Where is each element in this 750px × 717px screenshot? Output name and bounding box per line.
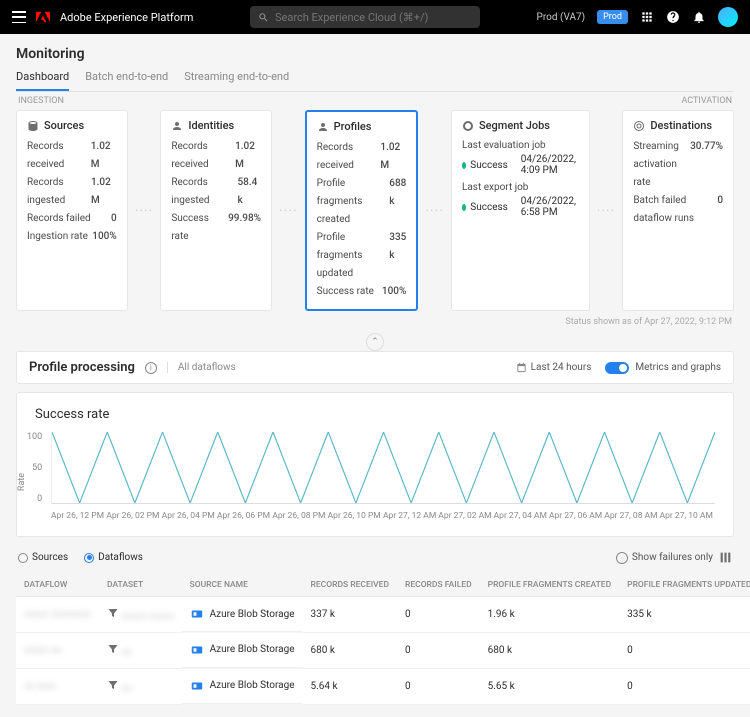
segment-icon — [462, 120, 474, 132]
tabs: Dashboard Batch end-to-end Streaming end… — [16, 70, 734, 92]
ingestion-label: INGESTION — [18, 96, 64, 106]
card-profiles[interactable]: Profiles Records received1.02 M Profile … — [305, 110, 419, 311]
table-row[interactable]: xxxxx xxxxxxxx xxxxx xxxxxAzure Blob Sto… — [16, 597, 750, 633]
table-row[interactable]: xxxxx xx xxAzure Blob Storage680 k0680 k… — [16, 633, 750, 669]
column-header[interactable]: PROFILE FRAGMENTS CREATED — [480, 574, 620, 597]
y-axis: 100500 — [27, 432, 42, 504]
azure-blob-icon — [190, 643, 204, 657]
column-header[interactable]: PROFILE FRAGMENTS UPDATED — [619, 574, 750, 597]
column-settings-icon[interactable] — [719, 551, 732, 564]
tab-dashboard[interactable]: Dashboard — [16, 70, 69, 91]
funnel-icon — [107, 643, 119, 655]
apps-icon[interactable] — [640, 10, 654, 24]
flow-dots: ···· — [424, 110, 445, 311]
database-icon — [27, 120, 39, 132]
identity-icon — [171, 120, 183, 132]
card-destinations[interactable]: Destinations Streaming activation rate30… — [622, 110, 734, 311]
column-header[interactable]: RECORDS FAILED — [397, 574, 480, 597]
funnel-icon — [107, 679, 119, 691]
search-box[interactable] — [250, 6, 480, 28]
status-dot-icon — [462, 162, 466, 169]
profile-icon — [317, 121, 329, 133]
env-label: Prod (VA7) — [537, 12, 586, 23]
radio-failures-only[interactable]: Show failures only — [616, 552, 713, 564]
search-icon — [258, 12, 269, 23]
last-24-hours[interactable]: Last 24 hours — [516, 362, 592, 373]
tab-streaming[interactable]: Streaming end-to-end — [184, 70, 289, 91]
table-row[interactable]: xx xxxx xxAzure Blob Storage5.64 k05.65 … — [16, 669, 750, 705]
column-header[interactable]: RECORDS RECEIVED — [303, 574, 397, 597]
radio-sources[interactable]: Sources — [18, 552, 68, 563]
all-dataflows-link[interactable]: All dataflows — [167, 362, 236, 373]
chart-card: Success rate Rate 100500 Apr 26, 12 PMAp… — [16, 392, 734, 537]
avatar[interactable] — [718, 7, 738, 27]
status-timestamp: Status shown as of Apr 27, 2022, 9:12 PM — [18, 317, 732, 327]
azure-blob-icon — [190, 607, 204, 621]
app-name: Adobe Experience Platform — [60, 11, 193, 24]
search-input[interactable] — [275, 11, 472, 24]
metrics-toggle[interactable]: Metrics and graphs — [605, 362, 721, 374]
target-icon — [633, 120, 645, 132]
dataflows-table: DATAFLOWDATASETSOURCE NAMERECORDS RECEIV… — [16, 574, 750, 705]
calendar-icon — [516, 362, 527, 373]
bell-icon[interactable] — [692, 10, 706, 24]
tab-batch[interactable]: Batch end-to-end — [85, 70, 168, 91]
cards-row: Sources Records received1.02 M Records i… — [16, 110, 734, 311]
flow-dots: ···· — [278, 110, 299, 311]
column-header[interactable]: SOURCE NAME — [182, 574, 303, 597]
card-identities[interactable]: Identities Records received1.02 M Record… — [160, 110, 272, 311]
status-dot-icon — [462, 204, 466, 211]
y-axis-label: Rate — [17, 473, 27, 491]
adobe-logo-icon — [36, 10, 50, 24]
x-axis: Apr 26, 12 PMApr 26, 02 PMApr 26, 04 PMA… — [51, 511, 715, 521]
card-sources[interactable]: Sources Records received1.02 M Records i… — [16, 110, 128, 311]
topbar: Adobe Experience Platform Prod (VA7) Pro… — [0, 0, 750, 34]
radio-dataflows[interactable]: Dataflows — [84, 552, 143, 563]
processing-title: Profile processing — [29, 360, 135, 375]
view-selector-row: Sources Dataflows Show failures only — [16, 547, 734, 568]
flow-dots: ···· — [596, 110, 617, 311]
help-icon[interactable] — [666, 10, 680, 24]
funnel-icon — [107, 607, 119, 619]
processing-bar: Profile processing i All dataflows Last … — [16, 351, 734, 384]
page-title: Monitoring — [16, 46, 734, 62]
column-header[interactable]: DATASET — [99, 574, 182, 597]
collapse-toggle-icon[interactable]: ⌃ — [366, 333, 384, 351]
azure-blob-icon — [190, 679, 204, 693]
column-header[interactable]: DATAFLOW — [16, 574, 99, 597]
menu-icon[interactable] — [12, 11, 26, 23]
card-segment-jobs[interactable]: Segment Jobs Last evaluation job Success… — [451, 110, 590, 311]
line-chart — [51, 432, 715, 504]
chart-title: Success rate — [35, 407, 715, 422]
prod-badge: Prod — [597, 10, 628, 24]
toggle-icon — [605, 362, 629, 374]
flow-dots: ···· — [134, 110, 155, 311]
activation-label: ACTIVATION — [681, 96, 732, 106]
info-icon[interactable]: i — [145, 362, 157, 374]
